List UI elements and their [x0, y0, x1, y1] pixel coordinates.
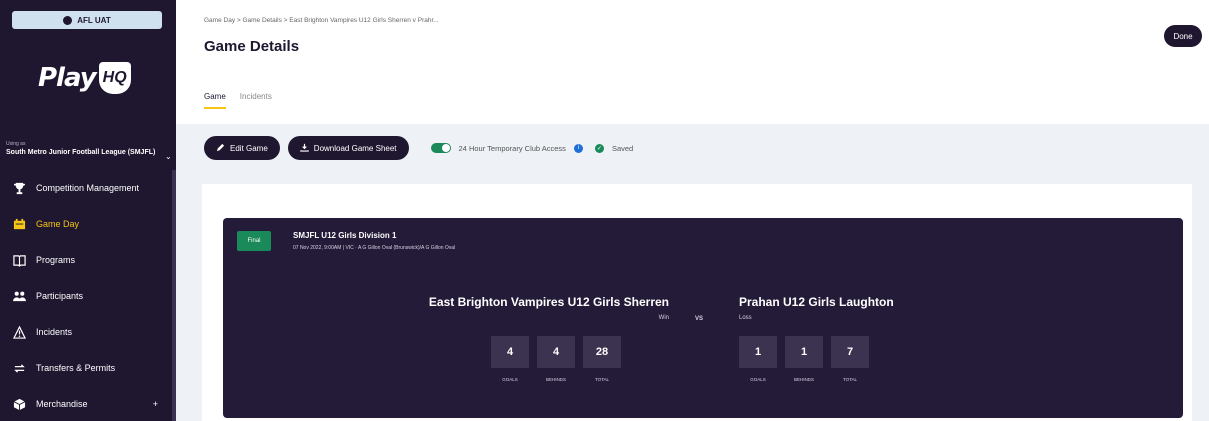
sidebar-item-label: Game Day [36, 219, 80, 229]
score-label: BEHINDS [545, 377, 566, 382]
versus-label: VS [695, 316, 704, 322]
sidebar-item-incidents[interactable]: Incidents [0, 314, 172, 350]
score-label: TOTAL [594, 377, 610, 382]
download-game-sheet-label: Download Game Sheet [313, 143, 397, 153]
sidebar-item-label: Programs [36, 255, 76, 265]
score-value: 7 [831, 336, 869, 368]
sidebar-item-game-day[interactable]: Game Day [0, 206, 172, 242]
sidebar-item-label: Participants [36, 291, 84, 301]
sidebar-item-label: Competition Management [36, 183, 140, 193]
score-value: 1 [739, 336, 777, 368]
sidebar-item-label: Incidents [36, 327, 73, 337]
download-game-sheet-button[interactable]: Download Game Sheet [287, 136, 409, 160]
playhq-logo[interactable]: Play HQ [38, 58, 138, 98]
sidebar: AFL UAT Play HQ Using as South Metro Jun… [0, 0, 176, 421]
away-score-group: 1 GOALS 1 BEHINDS 7 TOTAL [739, 336, 869, 382]
done-button[interactable]: Done [1164, 25, 1202, 47]
transfer-arrows-icon [12, 361, 26, 375]
score-value: 4 [537, 336, 575, 368]
away-total: 7 TOTAL [831, 336, 869, 382]
away-team-result: Loss [739, 315, 752, 321]
sidebar-item-competition-management[interactable]: Competition Management [0, 170, 172, 206]
breadcrumb[interactable]: Game Day > Game Details > East Brighton … [204, 17, 439, 24]
score-label: TOTAL [842, 377, 858, 382]
logo-shield-icon: HQ [98, 62, 131, 94]
trophy-icon [12, 181, 26, 195]
page-title: Game Details [204, 38, 300, 55]
sidebar-item-transfers-permits[interactable]: Transfers & Permits [0, 350, 172, 386]
sidebar-nav: Competition Management Game Day Programs… [0, 170, 172, 421]
book-icon [12, 253, 26, 267]
score-value: 4 [491, 336, 529, 368]
pencil-icon [216, 143, 225, 154]
info-icon[interactable]: i [573, 143, 583, 153]
tab-incidents[interactable]: Incidents [240, 92, 272, 109]
away-behinds: 1 BEHINDS [785, 336, 823, 382]
box-icon [12, 397, 26, 411]
sidebar-item-label: Merchandise [36, 399, 88, 409]
tab-bar: Game Incidents [204, 92, 272, 109]
people-icon [12, 289, 26, 303]
home-behinds: 4 BEHINDS [537, 336, 575, 382]
saved-status: Saved [611, 143, 634, 153]
download-icon [300, 143, 309, 154]
sidebar-item-participants[interactable]: Participants [0, 278, 172, 314]
temporary-access-label: 24 Hour Temporary Club Access [458, 143, 566, 153]
away-goals: 1 GOALS [739, 336, 777, 382]
game-day-icon [12, 217, 26, 231]
game-meta: 07 Nov 2022, 9:00AM | VIC · A G Gillon O… [293, 245, 456, 251]
sidebar-item-merchandise[interactable]: Merchandise + [0, 386, 172, 421]
score-value: 1 [785, 336, 823, 368]
chevron-down-icon[interactable]: ⌄ [165, 152, 172, 161]
edit-game-button[interactable]: Edit Game [204, 136, 280, 160]
edit-game-label: Edit Game [230, 143, 268, 153]
status-badge: Final [237, 231, 271, 251]
sidebar-item-programs[interactable]: Programs [0, 242, 172, 278]
expand-plus-icon[interactable]: + [153, 399, 158, 409]
check-circle-icon: ✓ [594, 143, 604, 153]
organisation-switcher[interactable]: South Metro Junior Football League (SMJF… [6, 148, 156, 157]
environment-label: AFL UAT [77, 15, 111, 25]
using-as-label: Using as [6, 141, 26, 147]
score-value: 28 [583, 336, 621, 368]
home-team-name: East Brighton Vampires U12 Girls Sherren [428, 295, 669, 309]
environment-dot-icon [63, 15, 73, 25]
away-team-name: Prahan U12 Girls Laughton [739, 295, 894, 309]
tab-game[interactable]: Game [204, 92, 226, 109]
home-total: 28 TOTAL [583, 336, 621, 382]
logo-text: Play [38, 63, 97, 93]
competition-name: SMJFL U12 Girls Division 1 [293, 231, 397, 240]
environment-badge: AFL UAT [12, 11, 162, 29]
temporary-access-toggle[interactable] [430, 143, 451, 153]
sidebar-item-label: Transfers & Permits [36, 363, 116, 373]
action-toolbar: Edit Game Download Game Sheet 24 Hour Te… [176, 124, 1209, 172]
page-header: Game Day > Game Details > East Brighton … [176, 0, 1209, 124]
score-label: BEHINDS [793, 377, 814, 382]
score-label: GOALS [750, 377, 766, 382]
home-team-result: Win [658, 315, 669, 321]
home-goals: 4 GOALS [491, 336, 529, 382]
score-label: GOALS [502, 377, 518, 382]
warning-icon [12, 325, 26, 339]
home-score-group: 4 GOALS 4 BEHINDS 28 TOTAL [491, 336, 621, 382]
game-summary-card: Final SMJFL U12 Girls Division 1 07 Nov … [223, 218, 1183, 418]
